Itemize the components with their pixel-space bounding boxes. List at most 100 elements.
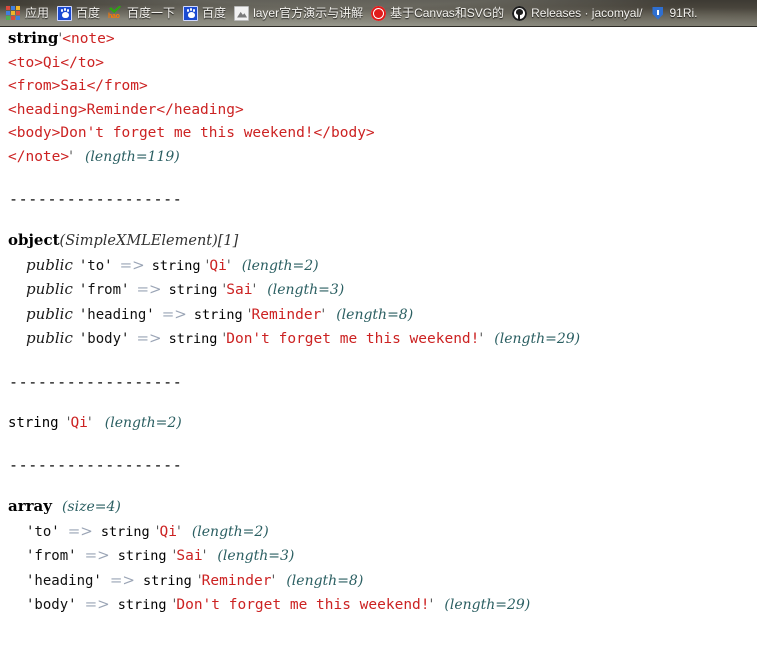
close-quote: ' — [252, 282, 257, 298]
property-value: Qi — [209, 257, 227, 274]
close-quote: ' — [202, 548, 207, 564]
bookmark-91ri[interactable]: 91Ri. — [647, 1, 702, 25]
property-value: Don't forget me this weekend! — [226, 331, 480, 347]
close-quote: ' — [321, 306, 326, 323]
apps-grid-icon — [6, 6, 21, 20]
baidu-paw-icon — [57, 5, 73, 21]
class-name: (SimpleXMLElement) — [59, 233, 218, 249]
type-keyword: string — [151, 257, 201, 274]
array-value: Sai — [176, 548, 203, 564]
arrow: => — [136, 280, 162, 298]
property-key: 'body' — [78, 331, 130, 347]
type-keyword: string — [100, 523, 150, 540]
length-annotation: (length=8) — [286, 572, 364, 589]
hao123-check-icon — [108, 6, 123, 21]
visibility: public — [26, 255, 73, 274]
dump-line: <body>Don't forget me this weekend!</bod… — [0, 122, 757, 146]
dump-line: <from>Sai</from> — [0, 75, 757, 99]
object-id: [1] — [217, 233, 239, 249]
length-annotation: (length=29) — [494, 331, 581, 347]
var-dump-output: string'<note> <to>Qi</to> <from>Sai</fro… — [0, 27, 757, 658]
scalar-string-dump: string 'Qi' (length=2) — [0, 412, 757, 436]
dump-line: 'heading' => string 'Reminder' (length=8) — [0, 569, 757, 594]
blue-shield-icon — [650, 6, 665, 21]
github-mark-icon — [512, 5, 528, 21]
length-annotation: (length=8) — [336, 306, 414, 323]
array-key: 'to' — [26, 523, 60, 540]
close-quote: ' — [271, 572, 276, 589]
close-quote: ' — [69, 148, 73, 165]
type-keyword: string — [117, 597, 167, 613]
dump-line: public'from' => string 'Sai' (length=3) — [0, 278, 757, 303]
visibility: public — [26, 280, 73, 298]
array-key: 'from' — [26, 548, 77, 564]
bookmark-label: 百度 — [76, 6, 101, 20]
bookmark-label: layer官方演示与讲解 — [253, 6, 364, 20]
dump-line: 'from' => string 'Sai' (length=3) — [0, 544, 757, 569]
dump-line: public'to' => string 'Qi' (length=2) — [0, 254, 757, 279]
visibility: public — [26, 304, 73, 323]
red-circle-icon — [371, 5, 387, 21]
simplexmlelement-object-dump: object(SimpleXMLElement)[1] public 'to' =>… — [0, 229, 757, 352]
bookmark-github-releases[interactable]: Releases · jacomyal/ — [509, 1, 647, 25]
arrow: => — [67, 521, 93, 540]
dump-line: string 'Qi' (length=2) — [0, 412, 757, 436]
array-dump: array (size=4) 'to' => string 'Qi' (length=2)… — [0, 495, 757, 618]
array-value: Qi — [159, 523, 177, 540]
separator: ------------------ — [9, 190, 183, 208]
length-annotation: (length=119) — [84, 148, 180, 165]
bookmark-label: 基于Canvas和SVG的 — [390, 6, 505, 20]
baidu-paw-icon — [183, 5, 199, 21]
close-quote: ' — [429, 597, 434, 613]
type-keyword: string — [8, 29, 59, 47]
dump-line: <heading>Reminder</heading> — [0, 99, 757, 123]
array-key: 'heading' — [26, 572, 102, 589]
type-keyword: string — [143, 572, 192, 589]
dump-line: 'to' => string 'Qi' (length=2) — [0, 520, 757, 545]
xml-line: </note> — [8, 148, 70, 165]
bookmarks-bar: 应用 百度 百度一下 百度 layer官方演示与讲解 基于Canvas和SVG的… — [0, 0, 757, 27]
type-keyword: string — [117, 548, 167, 564]
dump-line: public'heading' => string 'Reminder' (length… — [0, 303, 757, 328]
xml-line: <heading>Reminder</heading> — [8, 101, 244, 118]
type-keyword: string — [168, 331, 218, 347]
length-annotation: (length=2) — [191, 523, 269, 540]
dump-line: public 'body' => string 'Don't forget me thi… — [0, 327, 757, 352]
xml-line: <to>Qi</to> — [8, 54, 105, 71]
length-annotation: (length=3) — [217, 548, 295, 564]
bookmark-canvas-svg[interactable]: 基于Canvas和SVG的 — [368, 1, 509, 25]
close-quote: ' — [479, 331, 484, 347]
xml-line: <note> — [62, 31, 115, 47]
string-value: Qi — [70, 414, 88, 431]
bookmark-label: 应用 — [25, 6, 50, 20]
bookmark-baidu-1[interactable]: 百度 — [54, 1, 105, 25]
bookmark-label: 91Ri. — [669, 6, 698, 20]
dump-line: 'body' => string 'Don't forget me this week… — [0, 593, 757, 618]
dump-line: string'<note> — [0, 27, 757, 52]
property-key: 'from' — [78, 282, 130, 298]
array-value: Don't forget me this weekend! — [176, 597, 430, 613]
close-quote: ' — [176, 523, 181, 540]
arrow: => — [161, 304, 187, 323]
arrow: => — [84, 595, 110, 613]
xml-string-dump: string'<note> <to>Qi</to> <from>Sai</fro… — [0, 27, 757, 169]
separator: ------------------ — [9, 456, 183, 474]
bookmark-baidu-2[interactable]: 百度 — [180, 1, 231, 25]
arrow: => — [84, 546, 110, 564]
bookmark-layer-demo[interactable]: layer官方演示与讲解 — [231, 1, 368, 25]
type-keyword: string — [8, 414, 59, 431]
xml-line: <body>Don't forget me this weekend!</bod… — [8, 125, 375, 141]
length-annotation: (length=2) — [104, 414, 182, 431]
property-value: Reminder — [251, 306, 322, 323]
type-keyword: string — [193, 306, 243, 323]
type-keyword: array — [8, 497, 52, 515]
bookmark-label: 百度 — [202, 6, 227, 20]
bookmark-hao123[interactable]: 百度一下 — [105, 1, 180, 25]
dump-line: </note>' (length=119) — [0, 146, 757, 170]
length-annotation: (length=3) — [267, 282, 345, 298]
array-value: Reminder — [201, 572, 272, 589]
bookmark-apps[interactable]: 应用 — [3, 1, 54, 25]
close-quote: ' — [226, 257, 231, 274]
visibility: public — [26, 329, 73, 347]
array-size: (size=4) — [61, 499, 121, 515]
